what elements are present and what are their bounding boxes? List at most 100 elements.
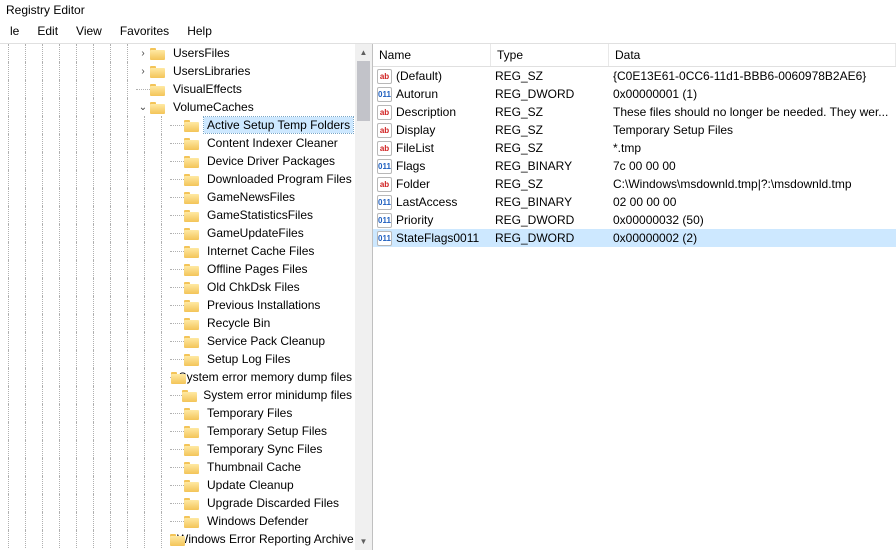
tree-node[interactable]: ⌄ VolumeCaches bbox=[0, 98, 355, 116]
tree-node-label: Device Driver Packages bbox=[204, 153, 338, 169]
tree-node-label: Content Indexer Cleaner bbox=[204, 135, 341, 151]
tree-node[interactable]: Windows Error Reporting Archive bbox=[0, 530, 355, 548]
value-row[interactable]: 011PriorityREG_DWORD0x00000032 (50) bbox=[373, 211, 896, 229]
reg-string-icon: ab bbox=[377, 141, 392, 156]
menu-bar: leEditViewFavoritesHelp bbox=[0, 20, 896, 44]
tree-node-label: Previous Installations bbox=[204, 297, 323, 313]
folder-icon bbox=[184, 316, 200, 330]
menu-favorites[interactable]: Favorites bbox=[112, 22, 177, 40]
menu-le[interactable]: le bbox=[2, 22, 27, 40]
chevron-down-icon[interactable]: ⌄ bbox=[136, 102, 150, 113]
tree-node[interactable]: System error minidump files bbox=[0, 386, 355, 404]
tree-scrollbar[interactable]: ▲ ▼ bbox=[355, 44, 372, 550]
value-type: REG_BINARY bbox=[491, 159, 609, 173]
tree-node[interactable]: Content Indexer Cleaner bbox=[0, 134, 355, 152]
tree-node[interactable]: Temporary Setup Files bbox=[0, 422, 355, 440]
scroll-thumb[interactable] bbox=[357, 61, 370, 121]
value-row[interactable]: 011AutorunREG_DWORD0x00000001 (1) bbox=[373, 85, 896, 103]
column-type[interactable]: Type bbox=[491, 44, 609, 66]
tree-node[interactable]: Update Cleanup bbox=[0, 476, 355, 494]
tree-node[interactable]: ›UsersLibraries bbox=[0, 62, 355, 80]
reg-string-icon: ab bbox=[377, 177, 392, 192]
folder-icon bbox=[184, 424, 200, 438]
value-name: FileList bbox=[396, 141, 434, 155]
value-data: Temporary Setup Files bbox=[609, 123, 896, 137]
menu-help[interactable]: Help bbox=[179, 22, 220, 40]
folder-icon bbox=[184, 154, 200, 168]
value-data: 0x00000001 (1) bbox=[609, 87, 896, 101]
tree-node[interactable]: Offline Pages Files bbox=[0, 260, 355, 278]
folder-icon bbox=[150, 46, 166, 60]
tree-node-label: GameUpdateFiles bbox=[204, 225, 307, 241]
values-pane: Name Type Data ab(Default)REG_SZ{C0E13E6… bbox=[373, 44, 896, 550]
tree-node-label: Downloaded Program Files bbox=[204, 171, 355, 187]
tree-node-label: VolumeCaches bbox=[170, 99, 257, 115]
tree-node[interactable]: Windows Defender bbox=[0, 512, 355, 530]
folder-icon bbox=[184, 118, 200, 132]
reg-binary-icon: 011 bbox=[377, 231, 392, 246]
tree-node-label: Upgrade Discarded Files bbox=[204, 495, 342, 511]
value-data: 0x00000002 (2) bbox=[609, 231, 896, 245]
value-row[interactable]: ab FileList REG_SZ*.tmp bbox=[373, 139, 896, 157]
tree-node-label: Windows Error Reporting Archive bbox=[174, 531, 355, 547]
tree-node[interactable]: Temporary Files bbox=[0, 404, 355, 422]
tree-node[interactable]: System error memory dump files bbox=[0, 368, 355, 386]
tree-node[interactable]: Active Setup Temp Folders bbox=[0, 116, 355, 134]
tree-node[interactable]: Setup Log Files bbox=[0, 350, 355, 368]
column-name[interactable]: Name bbox=[373, 44, 491, 66]
value-type: REG_SZ bbox=[491, 105, 609, 119]
reg-binary-icon: 011 bbox=[377, 195, 392, 210]
tree-node[interactable]: Thumbnail Cache bbox=[0, 458, 355, 476]
chevron-right-icon[interactable]: › bbox=[136, 48, 150, 59]
column-data[interactable]: Data bbox=[609, 44, 896, 66]
tree-node[interactable]: Temporary Sync Files bbox=[0, 440, 355, 458]
tree-node-label: GameStatisticsFiles bbox=[204, 207, 316, 223]
value-name: LastAccess bbox=[396, 195, 457, 209]
tree-node-label: VisualEffects bbox=[170, 81, 245, 97]
value-row[interactable]: 011StateFlags0011REG_DWORD0x00000002 (2) bbox=[373, 229, 896, 247]
tree-node[interactable]: Previous Installations bbox=[0, 296, 355, 314]
tree-node-label: UsersFiles bbox=[170, 45, 233, 61]
value-data: 7c 00 00 00 bbox=[609, 159, 896, 173]
value-row[interactable]: ab(Default)REG_SZ{C0E13E61-0CC6-11d1-BBB… bbox=[373, 67, 896, 85]
value-row[interactable]: abDisplayREG_SZTemporary Setup Files bbox=[373, 121, 896, 139]
value-type: REG_SZ bbox=[491, 69, 609, 83]
menu-edit[interactable]: Edit bbox=[29, 22, 66, 40]
value-data: *.tmp bbox=[609, 141, 896, 155]
value-name: Folder bbox=[396, 177, 430, 191]
folder-icon bbox=[184, 190, 200, 204]
menu-view[interactable]: View bbox=[68, 22, 110, 40]
value-type: REG_SZ bbox=[491, 141, 609, 155]
tree-node[interactable]: Service Pack Cleanup bbox=[0, 332, 355, 350]
tree-node-label: Temporary Setup Files bbox=[204, 423, 330, 439]
tree-node[interactable]: Internet Cache Files bbox=[0, 242, 355, 260]
value-row[interactable]: abFolderREG_SZC:\Windows\msdownld.tmp|?:… bbox=[373, 175, 896, 193]
tree-node-label: Internet Cache Files bbox=[204, 243, 317, 259]
scroll-up-icon[interactable]: ▲ bbox=[355, 44, 372, 61]
tree-node[interactable]: Old ChkDsk Files bbox=[0, 278, 355, 296]
folder-icon bbox=[184, 208, 200, 222]
value-row[interactable]: 011LastAccessREG_BINARY02 00 00 00 bbox=[373, 193, 896, 211]
scroll-track[interactable] bbox=[355, 61, 372, 533]
value-name: (Default) bbox=[396, 69, 442, 83]
chevron-right-icon[interactable]: › bbox=[136, 66, 150, 77]
columns-header: Name Type Data bbox=[373, 44, 896, 67]
tree-node[interactable]: GameStatisticsFiles bbox=[0, 206, 355, 224]
tree-node[interactable]: GameNewsFiles bbox=[0, 188, 355, 206]
value-data: These files should no longer be needed. … bbox=[609, 105, 896, 119]
value-row[interactable]: 011FlagsREG_BINARY7c 00 00 00 bbox=[373, 157, 896, 175]
value-row[interactable]: abDescriptionREG_SZThese files should no… bbox=[373, 103, 896, 121]
folder-icon bbox=[184, 352, 200, 366]
folder-icon bbox=[184, 478, 200, 492]
tree-node[interactable]: Downloaded Program Files bbox=[0, 170, 355, 188]
scroll-down-icon[interactable]: ▼ bbox=[355, 533, 372, 550]
tree-node[interactable]: Device Driver Packages bbox=[0, 152, 355, 170]
tree-node[interactable]: › UsersFiles bbox=[0, 44, 355, 62]
folder-icon bbox=[184, 244, 200, 258]
tree-node[interactable]: Recycle Bin bbox=[0, 314, 355, 332]
folder-icon bbox=[184, 136, 200, 150]
tree-node[interactable]: Upgrade Discarded Files bbox=[0, 494, 355, 512]
tree-node[interactable]: VisualEffects bbox=[0, 80, 355, 98]
tree-node[interactable]: GameUpdateFiles bbox=[0, 224, 355, 242]
tree-node-label: Active Setup Temp Folders bbox=[204, 117, 353, 133]
